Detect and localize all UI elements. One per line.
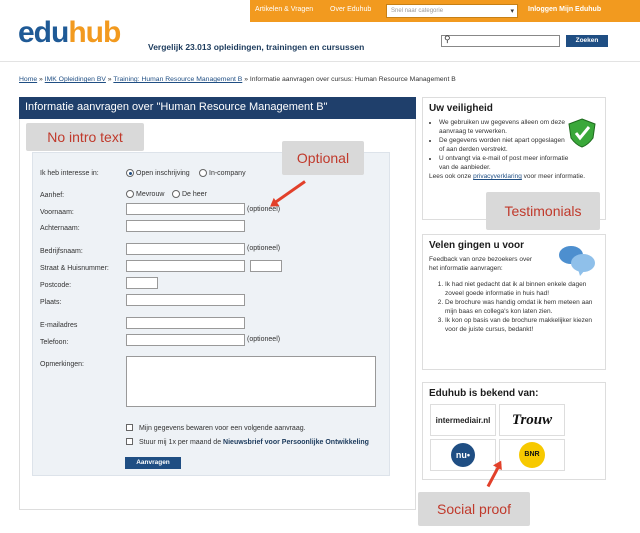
nu-logo: nu• [451, 443, 475, 467]
bedrijfsnaam-label: Bedrijfsnaam: [40, 248, 83, 255]
email-label: E-mailadres [40, 322, 78, 329]
straat-label: Straat & Huisnummer: [40, 265, 109, 272]
radio-mevrouw[interactable] [126, 190, 134, 198]
submit-button[interactable]: Aanvragen [125, 457, 181, 469]
breadcrumb-home[interactable]: Home [19, 76, 37, 83]
bnr-logo: BNR [519, 442, 545, 468]
intermediair-logo: intermediair.nl [430, 404, 496, 436]
radio-incompany-label: In-company [209, 170, 246, 177]
search-button[interactable]: Zoeken [566, 35, 608, 47]
email-field[interactable] [126, 317, 245, 329]
voornaam-field[interactable] [126, 203, 245, 215]
aanhef-label: Aanhef: [40, 192, 65, 199]
trouw-logo: Trouw [499, 404, 565, 436]
breadcrumb-provider[interactable]: IMK Opleidingen BV [45, 76, 106, 83]
postcode-field[interactable] [126, 277, 158, 289]
opmerkingen-textarea[interactable] [126, 356, 376, 407]
login-link[interactable]: Inloggen Mijn Eduhub [528, 6, 601, 13]
optional-hint: (optioneel) [247, 245, 281, 252]
radio-deheer-label: De heer [182, 191, 207, 198]
achternaam-field[interactable] [126, 220, 245, 232]
search-input[interactable]: ⚲ [441, 34, 560, 47]
security-item: We gebruiken uw gegevens alleen om deze … [439, 118, 569, 136]
radio-open[interactable] [126, 169, 134, 177]
bnr-logo-tile: BNR [499, 439, 565, 471]
chat-bubbles-icon [559, 246, 595, 276]
breadcrumb-training[interactable]: Training: Human Resource Management B [113, 76, 242, 83]
telefoon-field[interactable] [126, 334, 245, 346]
radio-open-label: Open inschrijving [136, 170, 190, 177]
shield-check-icon [568, 118, 596, 148]
nu-logo-tile: nu• [430, 439, 496, 471]
bewaren-label: Mijn gegevens bewaren voor een volgende … [139, 425, 306, 432]
nav-about-link[interactable]: Over Eduhub [330, 6, 371, 13]
category-select[interactable]: Snel naar categorie ▾ [386, 4, 518, 18]
tagline: Vergelijk 23.013 opleidingen, trainingen… [148, 42, 365, 52]
nav-articles-link[interactable]: Artikelen & Vragen [255, 6, 313, 13]
plaats-label: Plaats: [40, 299, 62, 306]
interest-label: Ik heb interesse in: [40, 170, 99, 177]
eduhub-logo[interactable]: eduhub [18, 18, 121, 48]
voornaam-label: Voornaam: [40, 209, 74, 216]
testimonial-item: De brochure was handig omdat ik hem mete… [445, 298, 599, 316]
telefoon-label: Telefoon: [40, 339, 69, 346]
testimonial-item: Ik kon op basis van de brochure makkelij… [445, 316, 599, 334]
page-title: Informatie aanvragen over "Human Resourc… [19, 97, 416, 119]
radio-deheer[interactable] [172, 190, 180, 198]
bewaren-checkbox[interactable] [126, 424, 133, 431]
security-item: U ontvangt via e-mail of post meer infor… [439, 154, 569, 172]
security-item: De gegevens worden niet apart opgeslagen… [439, 136, 569, 154]
annotation-intro: No intro text [26, 123, 144, 151]
bedrijfsnaam-field[interactable] [126, 243, 245, 255]
plaats-field[interactable] [126, 294, 245, 306]
radio-incompany[interactable] [199, 169, 207, 177]
achternaam-label: Achternaam: [40, 225, 80, 232]
annotation-testimonials: Testimonials [486, 192, 600, 230]
privacy-link[interactable]: privacyverklaring [473, 173, 522, 180]
chevron-down-icon: ▾ [510, 8, 514, 15]
straat-field[interactable] [126, 260, 245, 272]
press-title: Eduhub is bekend van: [429, 388, 539, 399]
postcode-label: Postcode: [40, 282, 72, 289]
testimonial-item: Ik had niet gedacht dat ik al binnen enk… [445, 280, 599, 298]
breadcrumb: Home » IMK Opleidingen BV » Training: Hu… [19, 76, 456, 83]
testimonials-intro: Feedback van onze bezoekers over het inf… [429, 256, 532, 272]
security-title: Uw veiligheid [429, 103, 493, 114]
annotation-optional: Optional [282, 141, 364, 175]
opmerkingen-label: Opmerkingen: [40, 361, 84, 368]
optional-hint: (optioneel) [247, 336, 281, 343]
annotation-social: Social proof [418, 492, 530, 526]
search-icon: ⚲ [444, 34, 451, 44]
radio-mevrouw-label: Mevrouw [136, 191, 165, 198]
nieuwsbrief-checkbox[interactable] [126, 438, 133, 445]
nieuwsbrief-label: Stuur mij 1x per maand de Nieuwsbrief vo… [139, 439, 369, 446]
huisnummer-field[interactable] [250, 260, 282, 272]
